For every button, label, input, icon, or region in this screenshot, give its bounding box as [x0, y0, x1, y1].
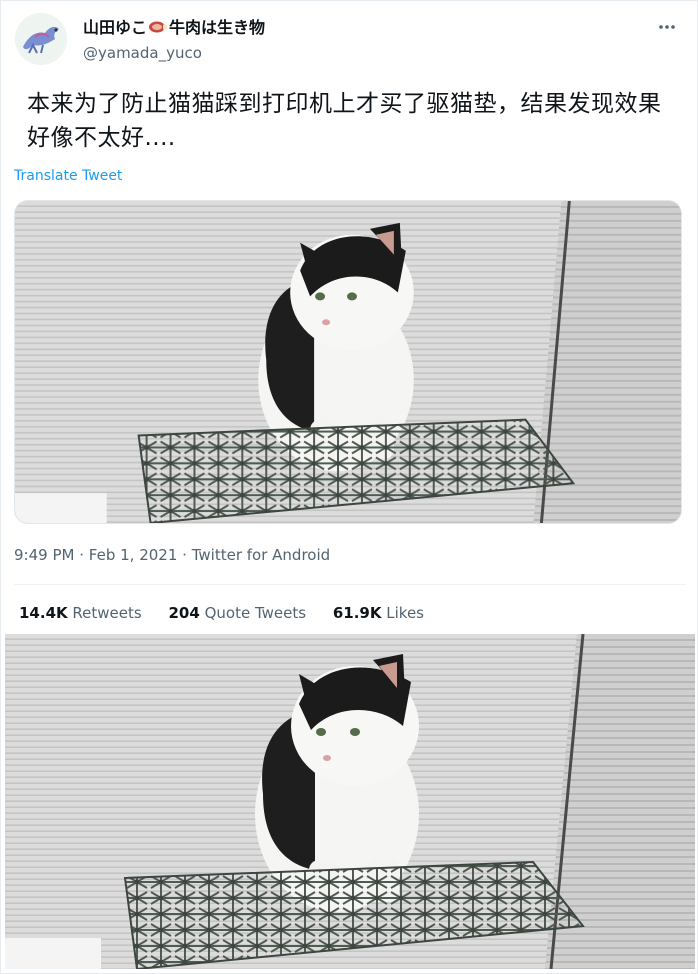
tweet-text: 本来为了防止猫猫踩到打印机上才买了驱猫垫，结果发现效果好像不太好....: [27, 91, 662, 151]
cat-on-spike-mat-image: [5, 634, 695, 969]
quote-tweets-stat[interactable]: 204 Quote Tweets: [168, 602, 306, 624]
translate-tweet-link[interactable]: Translate Tweet: [14, 167, 122, 185]
cat-on-spike-mat-image: [15, 201, 681, 523]
meta-separator: ·: [79, 546, 85, 564]
tweet-timestamp[interactable]: 9:49 PM · Feb 1, 2021 · Twitter for Andr…: [14, 544, 330, 566]
tweet-photo[interactable]: [14, 200, 682, 524]
likes-label: Likes: [386, 604, 424, 622]
likes-count: 61.9K: [332, 604, 382, 622]
divider: [14, 584, 686, 585]
likes-stat[interactable]: 61.9K Likes: [333, 602, 424, 624]
enlarged-photo: [5, 634, 695, 969]
display-name-part1: 山田ゆこ: [83, 18, 148, 37]
retweets-count: 14.4K: [19, 604, 68, 622]
retweets-stat[interactable]: 14.4K Retweets: [19, 602, 142, 624]
engagement-stats: 14.4K Retweets 204 Quote Tweets 61.9K Li…: [19, 602, 446, 624]
author-handle[interactable]: @yamada_yuco: [83, 43, 202, 63]
more-options-icon[interactable]: [655, 15, 679, 39]
tweet-source: Twitter for Android: [191, 546, 331, 564]
author-display-name[interactable]: 山田ゆこ 牛肉は生き物: [83, 17, 265, 39]
blue-dragon-avatar-icon: [15, 13, 67, 65]
meat-emoji-icon: [149, 21, 168, 33]
display-name-part2: 牛肉は生き物: [169, 18, 266, 37]
retweets-label: Retweets: [72, 604, 142, 622]
tweet-time: 9:49 PM: [14, 546, 75, 564]
avatar[interactable]: [15, 13, 67, 65]
quote-tweets-count: 204: [168, 604, 200, 622]
quote-tweets-label: Quote Tweets: [204, 604, 307, 622]
tweet-date: Feb 1, 2021: [88, 546, 178, 564]
tweet-card: 山田ゆこ 牛肉は生き物 @yamada_yuco 本来为了防止猫猫踩到打印机上才…: [0, 0, 698, 974]
meta-separator: ·: [182, 546, 187, 564]
